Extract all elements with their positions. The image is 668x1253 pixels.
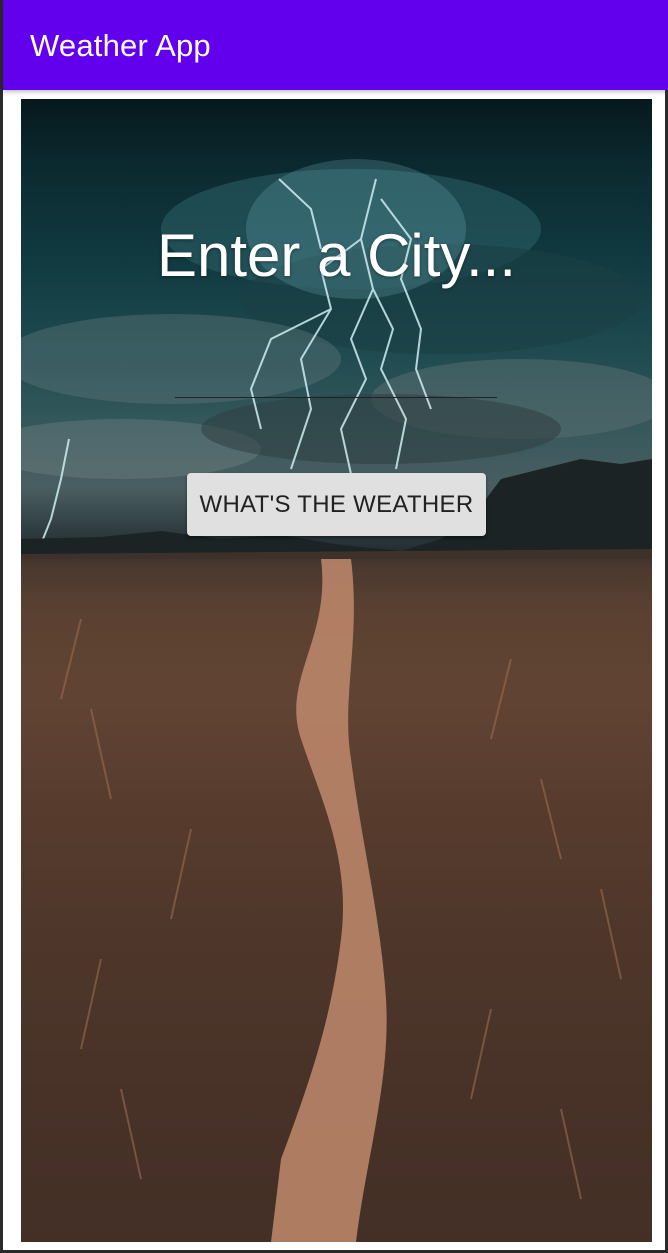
app-title: Weather App — [30, 28, 211, 63]
app-screen: Weather App Enter a City... WHAT'S THE W… — [0, 0, 668, 1253]
app-bar: Weather App — [3, 0, 668, 90]
enter-city-heading: Enter a City... — [156, 222, 516, 289]
city-input[interactable] — [175, 361, 497, 398]
background-image: Enter a City... WHAT'S THE WEATHER — [21, 99, 652, 1242]
whats-the-weather-button[interactable]: WHAT'S THE WEATHER — [187, 473, 486, 536]
window-frame-left — [0, 0, 3, 1253]
